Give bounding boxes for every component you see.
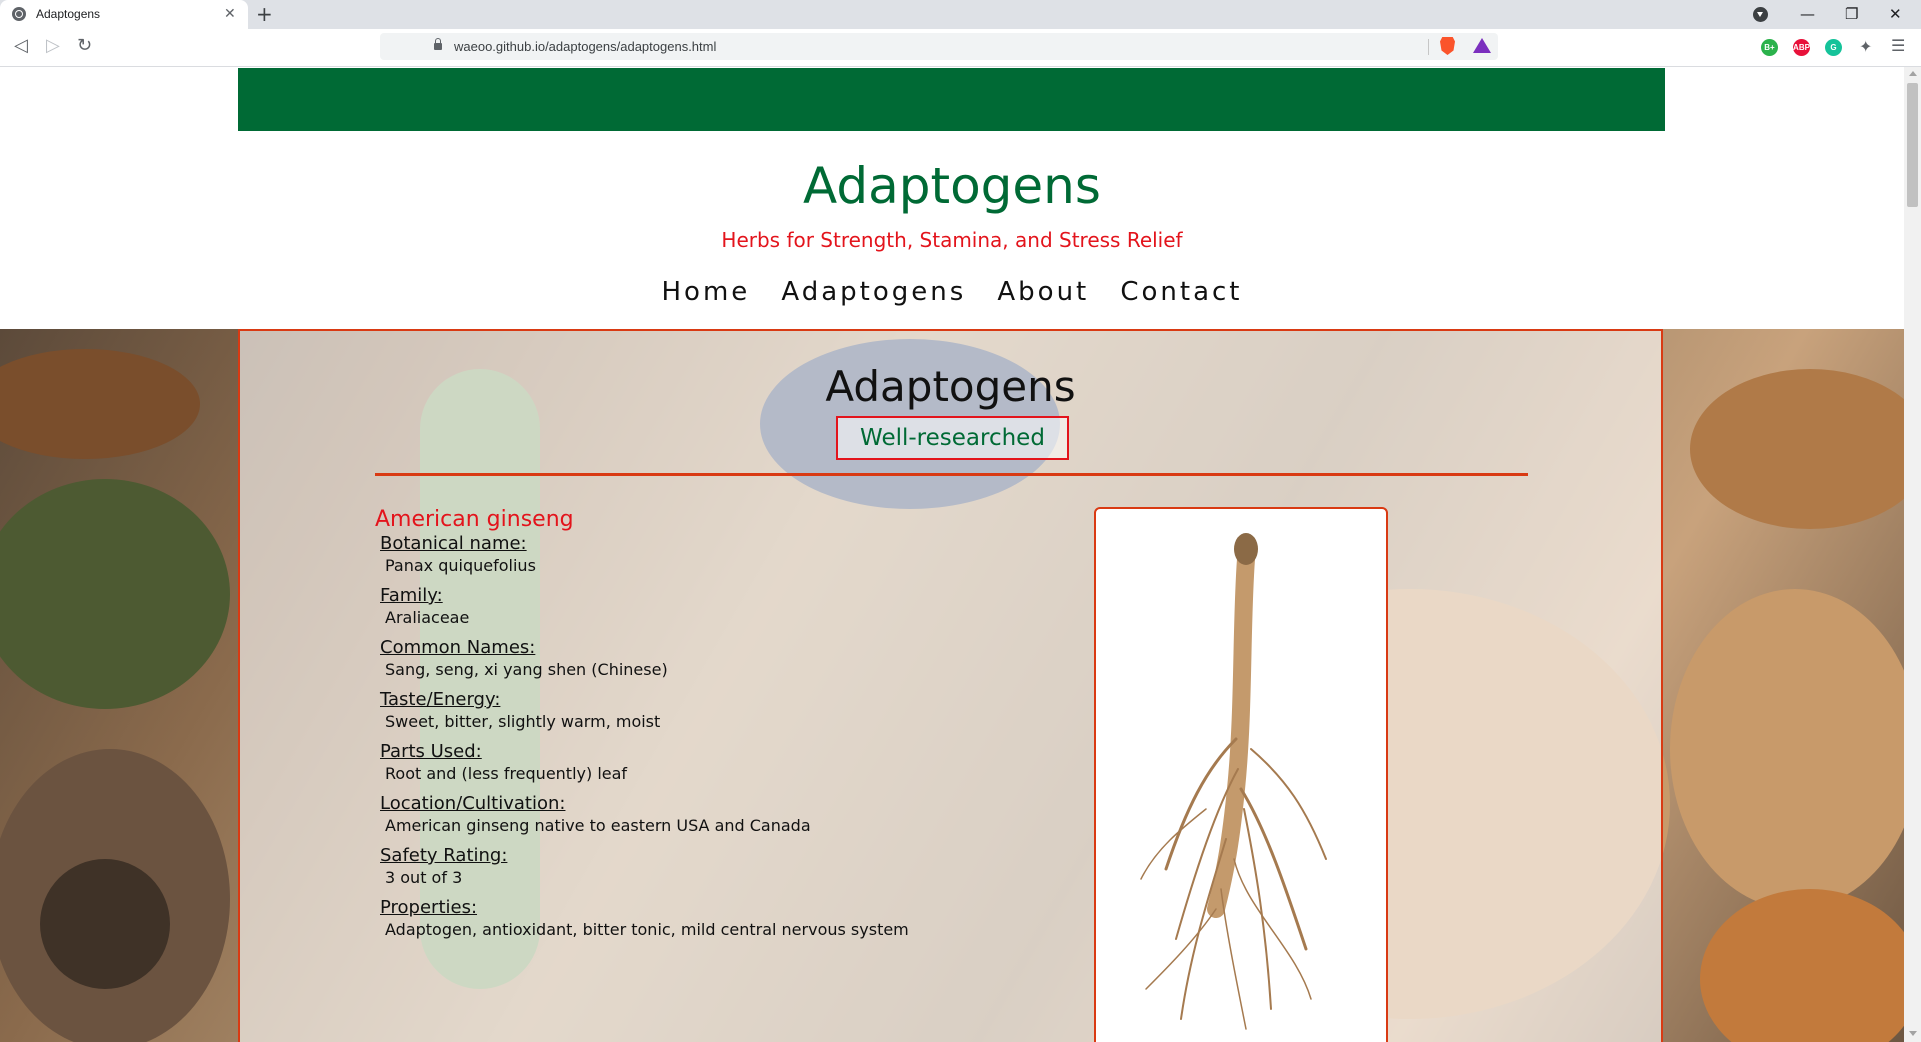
close-window-icon[interactable]: ✕ xyxy=(1889,4,1902,24)
scroll-up-icon[interactable] xyxy=(1909,71,1917,76)
detail-taste-energy: Taste/Energy: Sweet, bitter, slightly wa… xyxy=(380,689,1080,732)
header-banner xyxy=(238,68,1665,131)
detail-family: Family: Araliaceae xyxy=(380,585,1080,628)
close-tab-icon[interactable]: ✕ xyxy=(224,5,236,23)
browser-toolbar: ◁ ▷ ↻ waeoo.github.io/adaptogens/adaptog… xyxy=(0,29,1921,67)
detail-value: Sweet, bitter, slightly warm, moist xyxy=(385,712,661,731)
detail-label: Properties: xyxy=(380,897,478,918)
extension-grammarly-icon[interactable]: G xyxy=(1825,39,1842,56)
url-text[interactable]: waeoo.github.io/adaptogens/adaptogens.ht… xyxy=(454,39,716,54)
detail-value: Adaptogen, antioxidant, bitter tonic, mi… xyxy=(385,920,909,939)
back-icon[interactable]: ◁ xyxy=(14,35,28,57)
nav-adaptogens[interactable]: Adaptogens xyxy=(781,276,966,308)
scrollbar-thumb[interactable] xyxy=(1907,83,1918,207)
globe-icon xyxy=(12,7,26,21)
extension-bplus-icon[interactable]: B+ xyxy=(1761,39,1778,56)
site-title: Adaptogens xyxy=(803,157,1101,215)
detail-value: Root and (less frequently) leaf xyxy=(385,764,628,783)
detail-common-names: Common Names: Sang, seng, xi yang shen (… xyxy=(380,637,1080,680)
address-bar[interactable]: waeoo.github.io/adaptogens/adaptogens.ht… xyxy=(380,33,1498,60)
detail-botanical-name: Botanical name: Panax quiquefolius xyxy=(380,533,1080,576)
detail-value: Araliaceae xyxy=(385,608,470,627)
content-heading: Adaptogens xyxy=(825,362,1076,411)
new-tab-icon[interactable]: + xyxy=(256,3,273,25)
detail-parts-used: Parts Used: Root and (less frequently) l… xyxy=(380,741,1080,784)
page-scrollbar[interactable] xyxy=(1904,67,1921,1042)
detail-value: American ginseng native to eastern USA a… xyxy=(385,816,811,835)
extension-adblock-icon[interactable]: ABP xyxy=(1793,39,1810,56)
detail-label: Safety Rating: xyxy=(380,845,508,866)
nav-home[interactable]: Home xyxy=(662,276,751,308)
lock-icon[interactable] xyxy=(434,38,442,50)
minimize-icon[interactable]: — xyxy=(1800,4,1815,24)
well-researched-badge: Well-researched xyxy=(836,416,1069,460)
detail-label: Common Names: xyxy=(380,637,536,658)
detail-label: Location/Cultivation: xyxy=(380,793,566,814)
detail-properties: Properties: Adaptogen, antioxidant, bitt… xyxy=(380,897,1080,940)
brave-rewards-icon[interactable] xyxy=(1473,38,1491,53)
herb-details: Botanical name: Panax quiquefolius Famil… xyxy=(380,533,1080,949)
extensions-puzzle-icon[interactable]: ✦ xyxy=(1859,38,1872,56)
detail-label: Botanical name: xyxy=(380,533,527,554)
omnibox-divider xyxy=(1428,39,1429,55)
page-viewport: Adaptogens Herbs for Strength, Stamina, … xyxy=(0,67,1904,1042)
site-subtitle: Herbs for Strength, Stamina, and Stress … xyxy=(721,228,1183,252)
brave-shields-icon[interactable] xyxy=(1440,37,1455,55)
tab-title: Adaptogens xyxy=(36,7,101,21)
ginseng-root-image xyxy=(1140,533,1327,1030)
reload-icon[interactable]: ↻ xyxy=(77,35,92,57)
detail-value: Sang, seng, xi yang shen (Chinese) xyxy=(385,660,668,679)
restore-icon[interactable]: ❐ xyxy=(1845,4,1858,24)
browser-menu-icon[interactable]: ☰ xyxy=(1891,37,1905,55)
detail-label: Parts Used: xyxy=(380,741,482,762)
detail-value: Panax quiquefolius xyxy=(385,556,536,575)
detail-label: Taste/Energy: xyxy=(380,689,501,710)
nav-about[interactable]: About xyxy=(997,276,1089,308)
detail-label: Family: xyxy=(380,585,443,606)
nav-contact[interactable]: Contact xyxy=(1120,276,1242,308)
detail-value: 3 out of 3 xyxy=(385,868,463,887)
detail-safety-rating: Safety Rating: 3 out of 3 xyxy=(380,845,1080,888)
detail-location: Location/Cultivation: American ginseng n… xyxy=(380,793,1080,836)
herb-name: American ginseng xyxy=(375,507,574,532)
herb-image-frame xyxy=(1094,507,1388,1042)
scroll-down-icon[interactable] xyxy=(1909,1031,1917,1036)
content-panel: Adaptogens Well-researched American gins… xyxy=(238,329,1663,1042)
tab-search-icon[interactable] xyxy=(1753,7,1768,22)
main-nav: Home Adaptogens About Contact xyxy=(0,276,1904,308)
forward-icon[interactable]: ▷ xyxy=(46,35,60,57)
browser-tab[interactable]: Adaptogens ✕ xyxy=(0,0,248,29)
browser-tab-strip: Adaptogens ✕ + — ❐ ✕ xyxy=(0,0,1921,29)
section-divider xyxy=(375,473,1528,476)
